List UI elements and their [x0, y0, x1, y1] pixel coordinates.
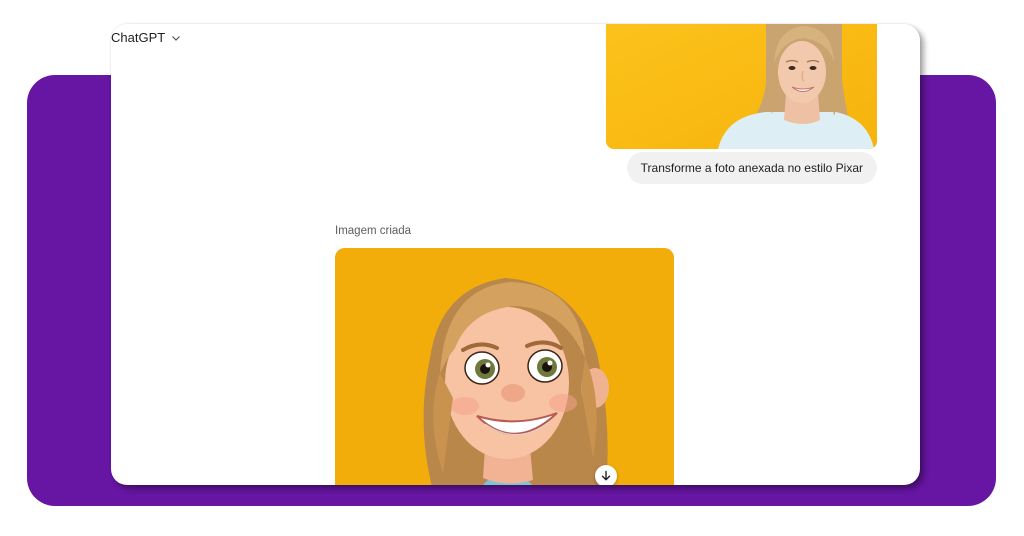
chevron-down-icon [172, 35, 181, 41]
user-message-text: Transforme a foto anexada no estilo Pixa… [640, 161, 863, 175]
model-label: ChatGPT [111, 30, 166, 45]
pixar-portrait-icon [335, 248, 674, 485]
chat-window: ChatGPT Transforme a foto anexada no est… [111, 24, 920, 485]
download-icon [601, 470, 611, 481]
model-switcher[interactable]: ChatGPT [111, 30, 181, 45]
woman-photo-icon [606, 24, 877, 149]
user-message-bubble: Transforme a foto anexada no estilo Pixa… [626, 152, 877, 184]
download-button[interactable] [595, 465, 617, 485]
generated-image[interactable] [335, 248, 674, 485]
uploaded-photo[interactable] [606, 24, 877, 149]
image-created-label: Imagem criada [335, 225, 412, 237]
